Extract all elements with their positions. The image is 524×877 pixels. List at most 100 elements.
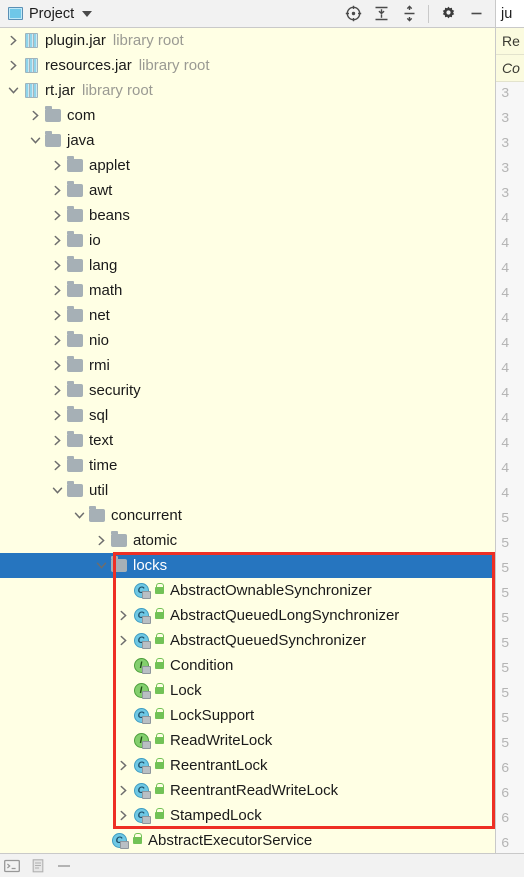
tree-row[interactable]: text	[0, 428, 495, 453]
chevron-down-icon[interactable]	[28, 128, 42, 153]
tree-row[interactable]: java	[0, 128, 495, 153]
folder-icon	[67, 256, 83, 272]
jar-file-icon	[24, 83, 38, 98]
tree-row[interactable]: I ReadWriteLock	[0, 728, 495, 753]
chevron-right-icon[interactable]	[50, 328, 64, 353]
chevron-right-icon[interactable]	[50, 278, 64, 303]
todo-icon[interactable]	[30, 858, 46, 873]
tree-row[interactable]: awt	[0, 178, 495, 203]
tree-row[interactable]: plugin.jar library root	[0, 28, 495, 53]
tree-row[interactable]: util	[0, 478, 495, 503]
chevron-right-icon[interactable]	[50, 378, 64, 403]
gutter-line-number: 5	[501, 636, 510, 652]
chevron-right-icon[interactable]	[50, 303, 64, 328]
chevron-down-icon[interactable]	[94, 553, 108, 578]
tree-row[interactable]: resources.jar library root	[0, 53, 495, 78]
tree-row[interactable]: io	[0, 228, 495, 253]
tree-row-label: time	[89, 457, 118, 474]
chevron-right-icon[interactable]	[116, 778, 130, 803]
chevron-right-icon[interactable]	[116, 753, 130, 778]
tree-row[interactable]: concurrent	[0, 503, 495, 528]
tree-row[interactable]: beans	[0, 203, 495, 228]
chevron-right-icon[interactable]	[50, 453, 64, 478]
gutter-line-number: 6	[501, 811, 510, 827]
editor-breadcrumb-secondary[interactable]: Co	[496, 55, 524, 82]
project-title-button[interactable]: Project	[0, 6, 93, 22]
tree-row-label: plugin.jar library root	[45, 32, 184, 49]
gear-icon	[442, 6, 454, 19]
chevron-down-icon[interactable]	[82, 10, 93, 17]
gutter-line-number: 5	[501, 711, 510, 727]
node-icon-wrap	[66, 228, 84, 253]
chevron-right-icon[interactable]	[50, 203, 64, 228]
tree-row[interactable]: math	[0, 278, 495, 303]
tree-row-label: StampedLock	[170, 807, 262, 824]
settings-button[interactable]	[435, 1, 461, 27]
chevron-right-icon[interactable]	[50, 153, 64, 178]
tree-row[interactable]: C AbstractQueuedSynchronizer	[0, 628, 495, 653]
tree-row-selected[interactable]: locks	[0, 553, 495, 578]
node-icon-wrap: I	[132, 653, 151, 678]
folder-icon	[67, 456, 83, 472]
tree-row[interactable]: I Lock	[0, 678, 495, 703]
chevron-right-icon[interactable]	[50, 428, 64, 453]
chevron-right-icon[interactable]	[116, 603, 130, 628]
chevron-right-icon[interactable]	[50, 403, 64, 428]
tree-row[interactable]: rmi	[0, 353, 495, 378]
chevron-right-icon[interactable]	[50, 228, 64, 253]
tree-row[interactable]: C LockSupport	[0, 703, 495, 728]
node-icon-wrap	[66, 453, 84, 478]
chevron-right-icon[interactable]	[6, 28, 20, 53]
terminal-icon[interactable]	[4, 859, 20, 873]
chevron-down-icon[interactable]	[50, 478, 64, 503]
chevron-right-icon[interactable]	[116, 803, 130, 828]
gutter-line-number: 5	[501, 561, 510, 577]
tree-row[interactable]: atomic	[0, 528, 495, 553]
public-visibility-icon	[131, 828, 144, 853]
select-opened-file-button[interactable]	[340, 1, 366, 27]
folder-icon	[67, 381, 83, 397]
node-icon-wrap: I	[132, 678, 151, 703]
tree-row[interactable]: C AbstractOwnableSynchronizer	[0, 578, 495, 603]
chevron-right-icon[interactable]	[94, 528, 108, 553]
expand-all-button[interactable]	[368, 1, 394, 27]
chevron-right-icon[interactable]	[50, 353, 64, 378]
chevron-right-icon[interactable]	[6, 53, 20, 78]
node-icon-wrap	[66, 428, 84, 453]
tree-row[interactable]: applet	[0, 153, 495, 178]
editor-tab[interactable]: ju	[496, 0, 524, 28]
tree-row[interactable]: C AbstractExecutorService	[0, 828, 495, 853]
gutter-line-number: 3	[501, 111, 510, 127]
chevron-down-icon[interactable]	[6, 78, 20, 103]
event-log-icon[interactable]	[56, 859, 72, 873]
node-icon-wrap: C	[132, 603, 151, 628]
tree-row[interactable]: C ReentrantReadWriteLock	[0, 778, 495, 803]
tree-row[interactable]: net	[0, 303, 495, 328]
tree-row[interactable]: sql	[0, 403, 495, 428]
chevron-right-icon[interactable]	[50, 178, 64, 203]
tree-row[interactable]: rt.jar library root	[0, 78, 495, 103]
project-tree[interactable]: plugin.jar library root resources.jar libra…	[0, 28, 495, 853]
editor-breadcrumb-primary[interactable]: Re	[496, 28, 524, 55]
folder-icon	[67, 406, 83, 422]
tree-row[interactable]: com	[0, 103, 495, 128]
tree-row[interactable]: C StampedLock	[0, 803, 495, 828]
tree-row[interactable]: security	[0, 378, 495, 403]
chevron-right-icon[interactable]	[28, 103, 42, 128]
chevron-down-icon[interactable]	[72, 503, 86, 528]
tree-row[interactable]: C ReentrantLock	[0, 753, 495, 778]
tree-row[interactable]: nio	[0, 328, 495, 353]
tree-row[interactable]: C AbstractQueuedLongSynchronizer	[0, 603, 495, 628]
tree-row[interactable]: lang	[0, 253, 495, 278]
crosshair-target-icon	[345, 5, 361, 22]
chevron-right-icon[interactable]	[50, 253, 64, 278]
chevron-right-icon[interactable]	[116, 628, 130, 653]
tree-row[interactable]: time	[0, 453, 495, 478]
hide-button[interactable]	[463, 1, 489, 27]
gutter-line-number: 3	[501, 136, 510, 152]
collapse-all-button[interactable]	[396, 1, 422, 27]
tree-row-label: Lock	[170, 682, 202, 699]
tree-row[interactable]: I Condition	[0, 653, 495, 678]
folder-icon	[67, 281, 83, 297]
public-visibility-icon	[153, 578, 166, 603]
